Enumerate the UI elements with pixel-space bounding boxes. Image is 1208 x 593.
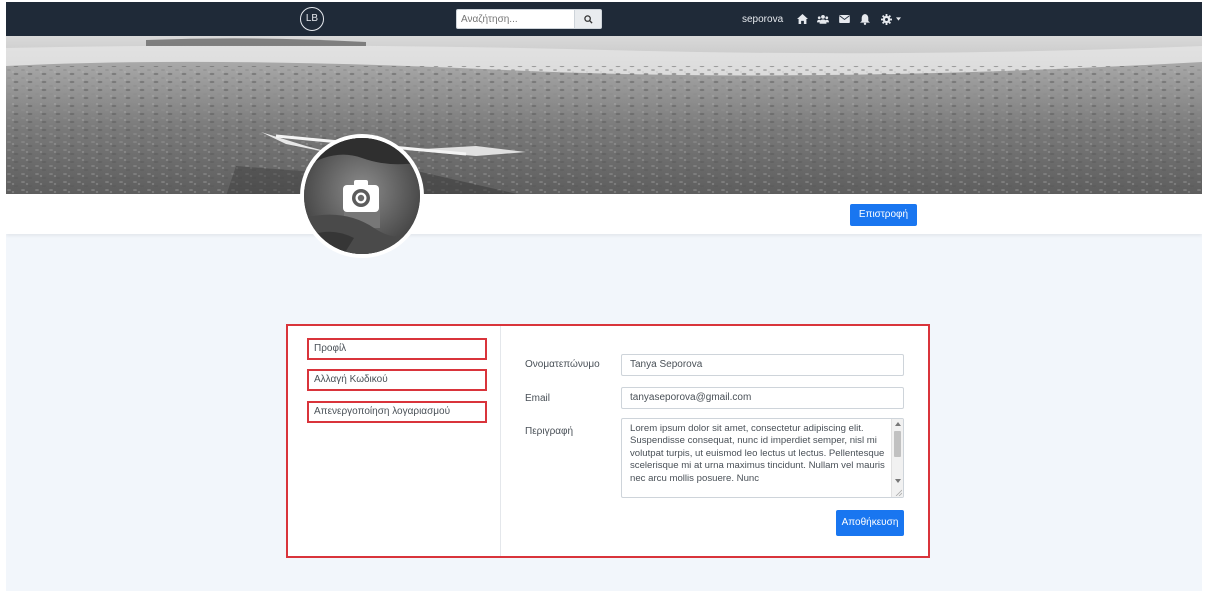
top-navbar: LB seporova (6, 2, 1202, 36)
home-icon[interactable] (796, 13, 808, 25)
gear-icon[interactable] (880, 13, 892, 25)
scrollbar-thumb[interactable] (894, 431, 901, 457)
envelope-icon[interactable] (838, 13, 850, 25)
camera-icon (343, 180, 379, 212)
email-label: Email (525, 393, 551, 404)
chevron-down-icon[interactable] (895, 13, 901, 25)
back-button[interactable]: Επιστροφή (850, 204, 917, 226)
menu-item-profile[interactable]: Προφίλ (307, 338, 487, 360)
menu-item-change-password[interactable]: Αλλαγή Κωδικού (307, 369, 487, 391)
save-button[interactable]: Αποθήκευση (836, 510, 904, 536)
resize-grip-icon[interactable] (894, 488, 902, 496)
users-icon[interactable] (817, 13, 830, 25)
textarea-scrollbar[interactable] (891, 419, 903, 497)
fullname-field[interactable]: Tanya Seporova (621, 354, 904, 376)
fullname-label: Ονοματεπώνυμο (525, 359, 600, 370)
panel-divider (500, 326, 501, 556)
description-label: Περιγραφή (525, 426, 574, 437)
profile-header-bar (6, 194, 1202, 234)
bell-icon[interactable] (859, 13, 871, 25)
nav-right: seporova (742, 10, 901, 28)
username-link[interactable]: seporova (742, 14, 783, 25)
search-input[interactable] (456, 9, 574, 29)
search-icon (583, 14, 593, 24)
email-field[interactable]: tanyaseporova@gmail.com (621, 387, 904, 409)
cover-photo (6, 36, 1202, 194)
scroll-up-icon[interactable] (895, 422, 901, 426)
change-avatar-button[interactable] (341, 178, 381, 214)
description-text: Lorem ipsum dolor sit amet, consectetur … (630, 423, 885, 484)
description-textarea[interactable]: Lorem ipsum dolor sit amet, consectetur … (621, 418, 904, 498)
search-bar (456, 9, 602, 29)
scroll-down-icon[interactable] (895, 479, 901, 483)
account-settings-panel: Προφίλ Αλλαγή Κωδικού Απενεργοποίηση λογ… (286, 324, 930, 558)
menu-item-deactivate-account[interactable]: Απενεργοποίηση λογαριασμού (307, 401, 487, 423)
app-window: LB seporova (6, 2, 1202, 591)
site-logo[interactable]: LB (300, 7, 324, 31)
search-button[interactable] (574, 9, 602, 29)
